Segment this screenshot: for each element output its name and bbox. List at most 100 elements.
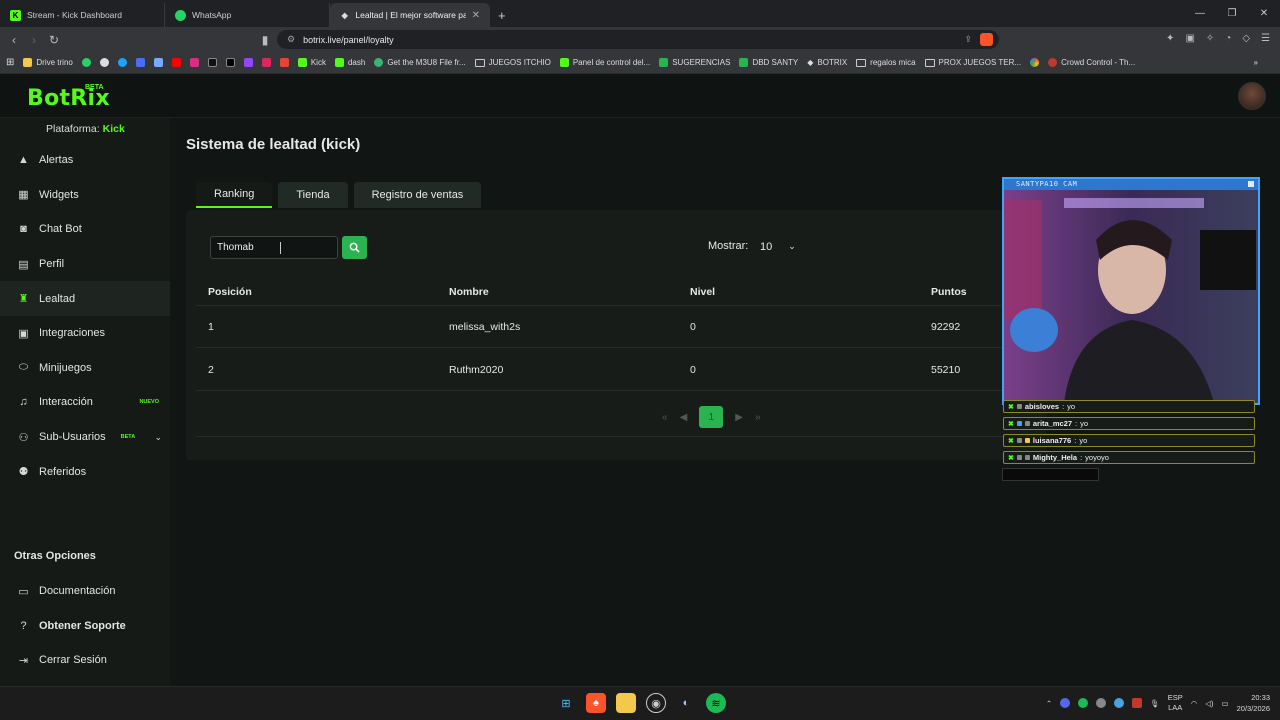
- bookmark-icon[interactable]: [117, 58, 127, 67]
- site-settings-icon[interactable]: ⚙: [287, 34, 295, 45]
- browser-tab-whatsapp[interactable]: WhatsApp: [165, 3, 330, 27]
- url-field[interactable]: ⚙ botrix.live/panel/loyalty ⇪: [277, 30, 999, 49]
- bookmark-panel-control[interactable]: Panel de control del...: [559, 58, 650, 67]
- bookmark-prox-juegos[interactable]: PROX JUEGOS TER...: [924, 58, 1021, 67]
- tab-ranking[interactable]: Ranking: [196, 182, 273, 208]
- brave-browser-icon[interactable]: ♠: [586, 693, 606, 713]
- bookmark-icon[interactable]: [135, 58, 145, 67]
- clock[interactable]: 20:33 20/3/2026: [1237, 692, 1270, 714]
- sidebar-item-alertas[interactable]: ▲ Alertas: [0, 143, 170, 178]
- bookmark-dash[interactable]: dash: [334, 58, 365, 67]
- sheets-icon: [659, 58, 669, 67]
- gmail-icon[interactable]: [279, 58, 289, 67]
- sidebar-item-chat-bot[interactable]: ◙ Chat Bot: [0, 212, 170, 247]
- chrome-icon[interactable]: [1030, 58, 1040, 67]
- steam-icon[interactable]: ◐: [676, 693, 696, 713]
- obs-icon[interactable]: ◉: [646, 693, 666, 713]
- share-icon[interactable]: ⇪: [964, 34, 972, 45]
- new-tab-icon[interactable]: +: [490, 3, 514, 27]
- extensions-icon[interactable]: ✦: [1166, 33, 1174, 44]
- minimize-icon[interactable]: —: [1184, 0, 1216, 27]
- battery-icon[interactable]: ▭: [1222, 699, 1229, 708]
- brave-shields-icon[interactable]: [980, 33, 993, 46]
- whatsapp-icon[interactable]: [81, 58, 91, 67]
- restore-icon[interactable]: ❐: [1216, 0, 1248, 27]
- forward-icon[interactable]: ›: [24, 33, 44, 47]
- bookmark-juegos-itchio[interactable]: JUEGOS ITCHIO: [474, 58, 551, 67]
- instagram-icon[interactable]: [189, 58, 199, 67]
- page-size-select[interactable]: 10 ⌄: [754, 235, 800, 258]
- sidebar-item-widgets[interactable]: ▦ Widgets: [0, 178, 170, 213]
- close-window-icon[interactable]: ✕: [1248, 0, 1280, 27]
- page-button-current[interactable]: 1: [699, 406, 724, 428]
- discord-icon[interactable]: [1060, 698, 1071, 708]
- sidebar-item-cerrar-sesion[interactable]: ⇥ Cerrar Sesión: [0, 643, 170, 678]
- sidebar-item-documentacion[interactable]: ▭ Documentación: [0, 574, 170, 609]
- bookmark-kick[interactable]: Kick: [297, 58, 326, 67]
- search-input[interactable]: Thomab: [210, 236, 338, 259]
- menu-icon[interactable]: ☰: [1261, 33, 1270, 44]
- prev-page-icon[interactable]: ◀: [680, 412, 688, 423]
- vpn-icon[interactable]: ◇: [1242, 33, 1250, 44]
- first-page-icon[interactable]: «: [662, 412, 668, 423]
- sidebar-item-interaccion[interactable]: ♫ Interacción NUEVO: [0, 385, 170, 420]
- language-indicator[interactable]: ESP LAA: [1168, 693, 1183, 713]
- bookmark-drive-trino[interactable]: Drive trino: [23, 58, 73, 67]
- column-header-nivel[interactable]: Nivel: [678, 286, 919, 298]
- bookmark-botrix[interactable]: ◆ BOTRIX: [807, 58, 847, 67]
- windows-start-icon[interactable]: ⊞: [556, 693, 576, 713]
- sidebar-item-soporte[interactable]: ? Obtener Soporte: [0, 609, 170, 644]
- apps-icon[interactable]: ⊞: [6, 57, 14, 68]
- sidebar-item-referidos[interactable]: ⚉ Referidos: [0, 454, 170, 489]
- tab-tienda[interactable]: Tienda: [278, 182, 348, 208]
- tray-app-icon[interactable]: [1132, 698, 1143, 708]
- volume-icon[interactable]: ◁): [1205, 699, 1213, 708]
- next-page-icon[interactable]: ▶: [735, 412, 743, 423]
- youtube-icon[interactable]: [171, 58, 181, 67]
- bookmark-sugerencias[interactable]: SUGERENCIAS: [659, 58, 730, 67]
- search-button[interactable]: [342, 236, 367, 259]
- last-page-icon[interactable]: »: [755, 412, 761, 423]
- tiktok-icon[interactable]: [207, 58, 217, 67]
- sidebar-item-integraciones[interactable]: ▣ Integraciones: [0, 316, 170, 351]
- sidebar-item-lealtad[interactable]: ♜ Lealtad: [0, 281, 170, 316]
- sidebar-icon[interactable]: ▣: [1185, 33, 1194, 44]
- leo-icon[interactable]: ✧: [1206, 33, 1214, 44]
- tray-expand-icon[interactable]: ⌃: [1046, 699, 1052, 708]
- sidebar-item-minijuegos[interactable]: ⬭ Minijuegos: [0, 351, 170, 386]
- bookmark-icon[interactable]: [153, 58, 163, 67]
- twitch-icon[interactable]: [243, 58, 253, 67]
- bookmark-icon[interactable]: [261, 58, 271, 67]
- column-header-nombre[interactable]: Nombre: [437, 286, 678, 298]
- bookmark-dbd-santy[interactable]: DBD SANTY: [739, 58, 798, 67]
- spotify-icon[interactable]: ≋: [706, 693, 726, 713]
- browser-tab-kick-dashboard[interactable]: K Stream - Kick Dashboard: [0, 3, 165, 27]
- bookmark-crowd-control[interactable]: Crowd Control - Th...: [1048, 58, 1135, 67]
- reload-icon[interactable]: ↻: [44, 33, 64, 47]
- obs-tray-icon[interactable]: [1096, 698, 1107, 708]
- sidebar-item-sub-usuarios[interactable]: ⚇ Sub-Usuarios BETA ⌄: [0, 420, 170, 455]
- steam-tray-icon[interactable]: [1114, 698, 1125, 708]
- sidebar-item-perfil[interactable]: ▤ Perfil: [0, 247, 170, 282]
- more-bookmarks-icon[interactable]: »: [1254, 58, 1258, 67]
- wifi-icon[interactable]: ◠: [1191, 699, 1198, 708]
- chevron-down-icon[interactable]: ⌄: [154, 432, 162, 443]
- x-icon[interactable]: [225, 58, 235, 67]
- bookmark-m3u8[interactable]: Get the M3U8 File fr...: [374, 58, 466, 67]
- browser-tab-lealtad[interactable]: ◆ Lealtad | El mejor software para ... ✕: [330, 3, 490, 27]
- spotify-tray-icon[interactable]: [1078, 698, 1089, 708]
- wallet-icon[interactable]: ◔: [1225, 33, 1231, 44]
- tab-registro-ventas[interactable]: Registro de ventas: [353, 182, 482, 208]
- column-header-posicion[interactable]: Posición: [196, 286, 437, 298]
- back-icon[interactable]: ‹: [4, 33, 24, 47]
- bookmark-regalos-mica[interactable]: regalos mica: [856, 58, 916, 67]
- close-tab-icon[interactable]: ✕: [472, 10, 480, 21]
- bookmark-icon[interactable]: ▮: [255, 33, 275, 47]
- lang-layout: LAA: [1168, 703, 1183, 712]
- user-avatar[interactable]: [1238, 82, 1266, 110]
- bookmark-icon[interactable]: [99, 58, 109, 67]
- plug-icon: ▣: [18, 327, 29, 340]
- file-explorer-icon[interactable]: [616, 693, 636, 713]
- platform-indicator: Plataforma: Kick: [46, 123, 125, 135]
- microphone-icon[interactable]: 🎙: [1150, 699, 1160, 708]
